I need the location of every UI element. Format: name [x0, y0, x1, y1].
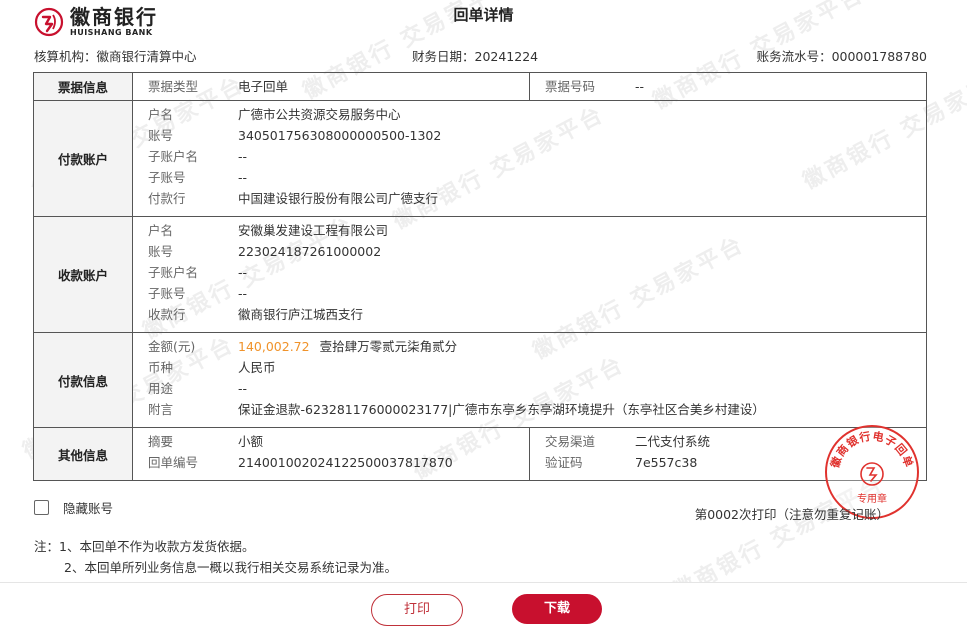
payer-name: 广德市公共资源交易服务中心	[238, 107, 401, 122]
bill-type-value: 电子回单	[238, 79, 289, 94]
field-label: 户名	[148, 107, 174, 122]
note-line-2: 2、本回单所列业务信息一概以我行相关交易系统记录为准。	[64, 560, 397, 575]
amount-label: 金额(元)	[148, 339, 196, 354]
action-bar: 打印 下载	[0, 582, 967, 633]
remark-row: 附言 保证金退款-623281176000023177|广德市东亭乡东亭湖环境提升…	[133, 399, 926, 420]
field-label: 收款行	[148, 307, 186, 322]
payee-sub-name-row: 子账户名 --	[133, 262, 926, 283]
page-header: 徽商银行 HUISHANG BANK 回单详情	[0, 0, 967, 40]
serial-number: 账务流水号：000001788780	[756, 49, 927, 64]
download-button[interactable]: 下载	[512, 594, 602, 624]
bill-no-value: --	[635, 79, 645, 94]
currency-value: 人民币	[238, 360, 276, 375]
field-label: 子账户名	[148, 149, 199, 164]
payee-sub-account-row: 子账号 --	[133, 283, 926, 304]
purpose-value: --	[238, 381, 248, 396]
hide-account-checkbox[interactable]	[34, 500, 49, 515]
currency-row: 币种 人民币	[133, 357, 926, 378]
finance-date: 财务日期：20241224	[412, 49, 539, 64]
payer-bank: 中国建设银行股份有限公司广德支行	[238, 191, 439, 206]
bill-no-label: 票据号码	[545, 79, 596, 94]
payee-sub-name: --	[238, 265, 248, 280]
field-label: 子账户名	[148, 265, 199, 280]
bill-type-label: 票据类型	[148, 79, 199, 94]
payee-name-row: 户名 安徽巢发建设工程有限公司	[133, 220, 926, 241]
note-line-1: 注：1、本回单不作为收款方发货依据。	[34, 539, 255, 554]
payer-sub-name-row: 子账户名 --	[133, 146, 926, 167]
field-label: 账号	[148, 128, 174, 143]
receipt-no-label: 回单编号	[148, 455, 199, 470]
payer-account-row: 账号 340501756308000000500-1302	[133, 125, 926, 146]
receipt-meta: 核算机构：徽商银行清算中心 财务日期：20241224 账务流水号：000001…	[34, 46, 927, 64]
payee-bank: 徽商银行庐江城西支行	[238, 307, 364, 322]
field-label: 子账号	[148, 170, 186, 185]
payer-account: 340501756308000000500-1302	[238, 128, 442, 143]
amount-row: 金额(元) 140,002.72 壹拾肆万零贰元柒角贰分	[133, 336, 926, 357]
remark-value: 保证金退款-623281176000023177|广德市东亭乡东亭湖环境提升（东…	[238, 402, 765, 417]
page-title: 回单详情	[453, 6, 514, 24]
institution: 核算机构：徽商银行清算中心	[34, 49, 197, 64]
payee-sub-account: --	[238, 286, 248, 301]
payer-bank-row: 付款行 中国建设银行股份有限公司广德支行	[133, 188, 926, 209]
section-payer-account: 付款账户	[33, 100, 133, 217]
receipt-no-row: 回单编号 214001002024122500037817870	[133, 452, 529, 473]
hide-account-toggle[interactable]: 隐藏账号	[34, 498, 113, 517]
hide-account-label: 隐藏账号	[63, 501, 114, 516]
section-payment-info: 付款信息	[33, 332, 133, 428]
payee-account-row: 账号 223024187261000002	[133, 241, 926, 262]
receipt-table: 票据信息 票据类型 电子回单 票据号码 -- 付款账户 户名 广德市公共资源交易服务中…	[33, 72, 927, 481]
field-label: 户名	[148, 223, 174, 238]
field-label: 子账号	[148, 286, 186, 301]
amount-value: 140,002.72	[238, 339, 310, 354]
field-label: 付款行	[148, 191, 186, 206]
payer-sub-account-row: 子账号 --	[133, 167, 926, 188]
payee-account: 223024187261000002	[238, 244, 382, 259]
payer-name-row: 户名 广德市公共资源交易服务中心	[133, 104, 926, 125]
payer-sub-name: --	[238, 149, 248, 164]
purpose-row: 用途 --	[133, 378, 926, 399]
field-label: 账号	[148, 244, 174, 259]
payee-name: 安徽巢发建设工程有限公司	[238, 223, 389, 238]
summary-label: 摘要	[148, 434, 174, 449]
summary-value: 小额	[238, 434, 264, 449]
receipt-no-value: 214001002024122500037817870	[238, 455, 453, 470]
channel-value: 二代支付系统	[635, 434, 711, 449]
amount-in-words: 壹拾肆万零贰元柒角贰分	[319, 339, 458, 354]
section-bill-info: 票据信息	[33, 72, 133, 101]
print-count-notice: 第0002次打印（注意勿重复记账）	[694, 507, 889, 522]
remark-label: 附言	[148, 402, 174, 417]
bank-name-en: HUISHANG BANK	[70, 28, 153, 37]
payee-bank-row: 收款行 徽商银行庐江城西支行	[133, 304, 926, 325]
channel-label: 交易渠道	[545, 434, 596, 449]
currency-label: 币种	[148, 360, 174, 375]
verify-code-value: 7e557c38	[635, 455, 698, 470]
print-button[interactable]: 打印	[371, 594, 463, 626]
purpose-label: 用途	[148, 381, 174, 396]
verify-code-label: 验证码	[545, 455, 583, 470]
section-other-info: 其他信息	[33, 427, 133, 481]
section-payee-account: 收款账户	[33, 216, 133, 333]
payer-sub-account: --	[238, 170, 248, 185]
summary-row: 摘要 小额	[133, 431, 529, 452]
